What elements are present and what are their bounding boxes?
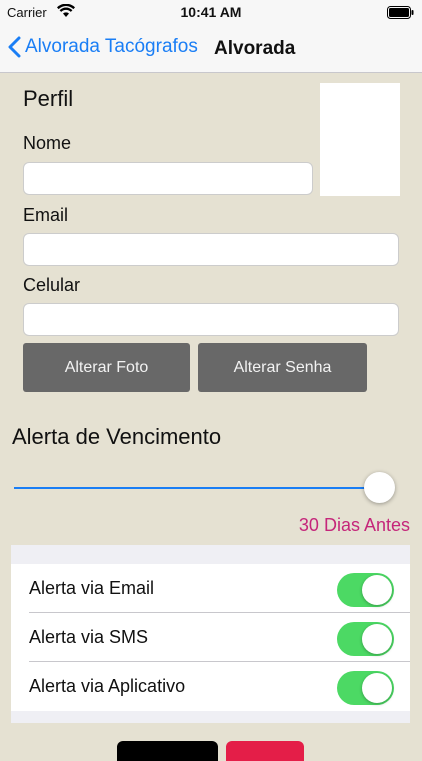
profile-section-title: Perfil: [23, 86, 74, 111]
alert-settings-table: Alerta via Email Alerta via SMS Alerta v…: [11, 545, 410, 723]
setting-row-email: Alerta via Email: [11, 564, 410, 613]
email-alert-switch[interactable]: [337, 573, 394, 607]
setting-label-email: Alerta via Email: [29, 578, 155, 598]
expiry-alert-title: Alerta de Vencimento: [12, 424, 222, 449]
expiry-slider-thumb[interactable]: [363, 472, 395, 503]
battery-icon: [387, 6, 414, 22]
back-button-label: Alvorada Tacógrafos: [25, 36, 198, 57]
app-alert-switch[interactable]: [337, 671, 394, 705]
setting-label-sms: Alerta via SMS: [29, 627, 149, 647]
setting-row-app: Alerta via Aplicativo: [11, 662, 410, 711]
setting-label-app: Alerta via Aplicativo: [29, 676, 186, 696]
status-bar: Carrier 10:41 AM: [0, 0, 422, 26]
bottom-action-button-red[interactable]: [226, 741, 304, 761]
bottom-action-button-dark[interactable]: [117, 741, 218, 761]
clock: 10:41 AM: [180, 4, 242, 20]
days-before-label: 30 Dias Antes: [298, 515, 410, 535]
change-photo-button[interactable]: Alterar Foto: [23, 343, 190, 392]
page-title: Alvorada: [214, 38, 296, 59]
expiry-slider-track[interactable]: [14, 487, 394, 489]
navigation-bar: Alvorada Tacógrafos Alvorada: [0, 26, 422, 73]
setting-row-sms: Alerta via SMS: [11, 613, 410, 662]
phone-input[interactable]: [23, 303, 399, 336]
name-label: Nome: [23, 133, 72, 153]
change-password-button[interactable]: Alterar Senha: [198, 343, 367, 392]
sms-alert-switch[interactable]: [337, 622, 394, 656]
chevron-left-icon: [8, 36, 21, 58]
email-input[interactable]: [23, 233, 399, 266]
name-input[interactable]: [23, 162, 313, 195]
switch-knob: [362, 575, 392, 605]
switch-knob: [362, 624, 392, 654]
phone-label: Celular: [23, 275, 81, 295]
switch-knob: [362, 673, 392, 703]
profile-photo[interactable]: [320, 83, 400, 196]
email-label: Email: [23, 205, 69, 225]
back-button[interactable]: Alvorada Tacógrafos: [8, 36, 198, 58]
